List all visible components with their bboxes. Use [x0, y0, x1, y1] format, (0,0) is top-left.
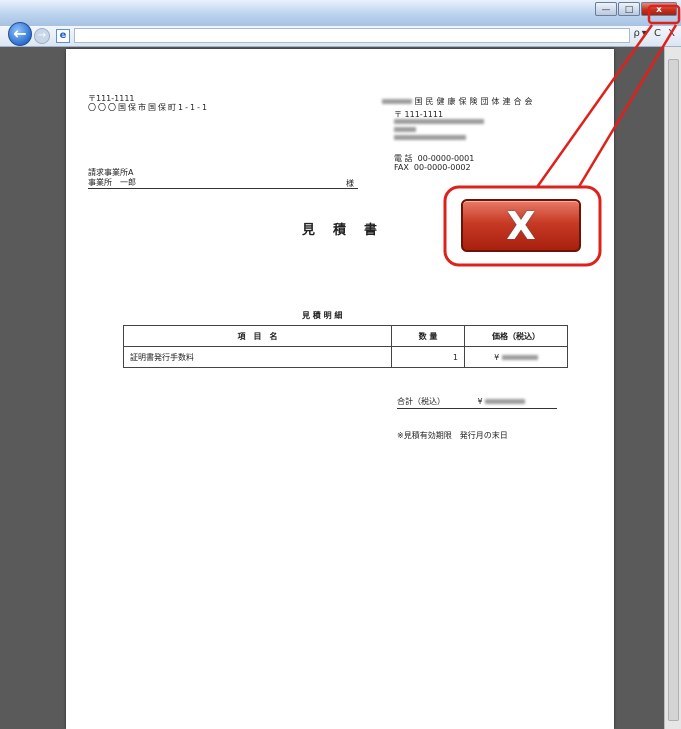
header-item-name: 項 目 名 — [123, 325, 392, 347]
tel-value: 00-0000-0001 — [417, 154, 475, 163]
ie-favicon-icon: e — [56, 29, 70, 43]
fax-label: FAX — [394, 163, 409, 172]
back-arrow-icon: ← — [13, 24, 27, 43]
forward-arrow-icon: → — [37, 30, 47, 41]
total-label: 合計（税込） — [397, 397, 445, 406]
tel-label: 電 話 — [394, 154, 413, 163]
redacted-prefecture — [382, 99, 412, 104]
back-button[interactable]: ← — [8, 22, 32, 46]
close-window-button[interactable]: x — [641, 2, 677, 16]
fax-value: 00-0000-0002 — [413, 163, 471, 172]
redacted-price — [501, 354, 538, 360]
total-currency: ¥ — [477, 397, 483, 406]
total-row: 合計（税込） ¥ — [397, 396, 557, 409]
window-controls: — □ x — [594, 2, 677, 16]
vertical-scrollbar[interactable] — [664, 47, 681, 729]
issuer-block: 国民健康保険団体連合会 — [382, 96, 536, 107]
close-x-icon: X — [506, 203, 536, 248]
table-row: 証明書発行手数料 1 ¥ — [123, 346, 568, 368]
validity-note: ※見積有効期限 発行月の末日 — [397, 431, 508, 440]
table-header-row: 項 目 名 数 量 価格（税込） — [123, 325, 568, 347]
address-bar[interactable] — [74, 28, 630, 43]
minimize-button[interactable]: — — [595, 2, 617, 16]
document-title: 見積書 — [302, 223, 396, 238]
row-quantity: 1 — [391, 346, 465, 368]
row-item-name: 証明書発行手数料 — [123, 346, 392, 368]
scrollbar-thumb[interactable] — [668, 59, 679, 721]
issuer-fax: FAX 00-0000-0002 — [394, 163, 471, 172]
pdf-document-page: 〒111-1111 〇〇〇国保市国保町1-1-1 国民健康保険団体連合会 〒 1… — [66, 49, 614, 729]
navigation-bar: ← → e ρ▾ C X — [0, 22, 681, 47]
detail-heading: 見 積 明 細 — [302, 311, 343, 320]
forward-button[interactable]: → — [34, 28, 50, 44]
recipient-person: 事業所 一郎 — [88, 178, 136, 187]
maximize-button[interactable]: □ — [618, 2, 640, 16]
sender-address: 〇〇〇国保市国保町1-1-1 — [88, 103, 210, 112]
enlarged-close-button: X — [461, 199, 581, 252]
total-underline — [397, 408, 557, 409]
window-title-bar: — □ x — [0, 0, 681, 27]
toolbar-search-refresh-stop-icons[interactable]: ρ▾ C X — [633, 28, 677, 39]
row-price: ¥ — [464, 346, 568, 368]
header-quantity: 数 量 — [391, 325, 465, 347]
estimate-table: 項 目 名 数 量 価格（税込） 証明書発行手数料 1 ¥ — [123, 325, 568, 368]
redacted-address-line-3 — [394, 133, 466, 142]
header-price: 価格（税込） — [464, 325, 568, 347]
recipient-underline — [88, 188, 358, 189]
issuer-name: 国民健康保険団体連合会 — [414, 97, 536, 106]
redacted-total — [485, 399, 526, 404]
